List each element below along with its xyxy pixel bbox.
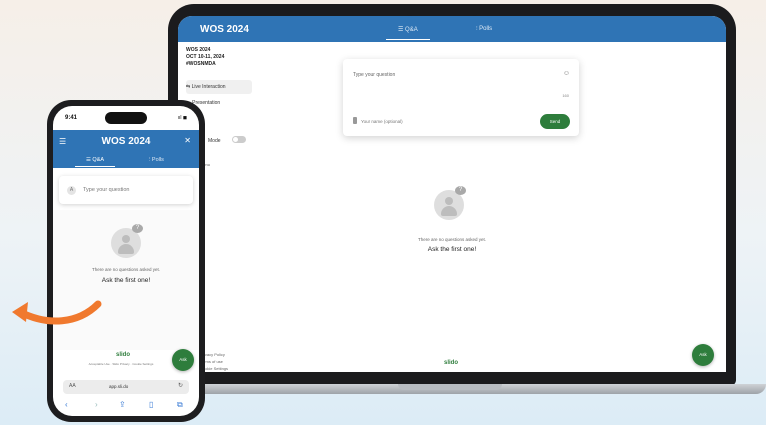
ask-button[interactable]: Ask (692, 344, 714, 366)
phone-question-input[interactable]: A Type your question (59, 176, 193, 204)
phone-app-title: WOS 2024 (101, 136, 151, 147)
mode-toggle[interactable] (232, 136, 246, 143)
status-time: 9:41 (65, 115, 78, 121)
share-icon[interactable]: ⇪ (119, 400, 126, 409)
tabs-icon[interactable]: ⧉ (177, 400, 183, 410)
event-code: #WOSNMDA (186, 61, 216, 67)
tab-qa-label: Q&A (405, 27, 418, 33)
status-icons: ııl ◼ (177, 115, 187, 121)
person-icon (353, 117, 357, 124)
app-header: WOS 2024 ☰ Q&A ⫶ Polls (178, 16, 726, 42)
event-name: WOS 2024 (186, 47, 211, 53)
empty-state-text: There are no questions asked yet. (91, 267, 161, 272)
bookmarks-icon[interactable]: ▯ (149, 400, 153, 409)
back-icon[interactable]: ‹ (65, 400, 68, 409)
reader-button[interactable]: AA (69, 383, 76, 389)
slido-logo: slido (444, 360, 459, 366)
phone-tab-polls[interactable]: ⫶ Polls (149, 157, 164, 164)
empty-state-illustration: ? (434, 186, 466, 220)
char-counter: 160 (562, 93, 569, 98)
question-card: Type your question ☺ 160 Your name (opti… (343, 59, 579, 136)
tab-qa-label: Q&A (92, 157, 105, 163)
browser-url-bar[interactable]: AA app.sli.do ↻ (63, 380, 189, 394)
forward-icon[interactable]: › (95, 400, 98, 409)
url-text: app.sli.do (109, 384, 129, 389)
tab-polls-label: Polls (479, 26, 493, 32)
question-bubble-icon: ? (455, 186, 466, 195)
smile-icon[interactable]: ☺ (563, 70, 570, 77)
dynamic-island (105, 112, 147, 124)
reload-icon[interactable]: ↻ (178, 382, 183, 389)
curved-arrow-icon (12, 300, 102, 325)
phone-device: 9:41 ııl ◼ ☰ WOS 2024 ✕ ☰ Q&A ⫶ Polls A … (47, 100, 205, 422)
phone-tab-qa[interactable]: ☰ Q&A (75, 157, 115, 167)
mode-label: Mode (208, 138, 221, 144)
question-input[interactable]: Type your question (353, 72, 395, 78)
laptop-device: WOS 2024 ☰ Q&A ⫶ Polls WOS 2024 OCT 10-1… (168, 4, 736, 386)
tab-qa[interactable]: ☰ Q&A (386, 26, 430, 40)
app-title: WOS 2024 (200, 24, 249, 35)
footer-links[interactable]: Acceptable Use · Slido Privacy · Cookie … (61, 362, 181, 366)
send-button[interactable]: Send (540, 114, 570, 129)
empty-state-cta: Ask the first one! (427, 246, 477, 253)
camera-notch (404, 4, 480, 16)
sidebar-item-live[interactable]: ⇆ Live Interaction (186, 80, 252, 94)
close-icon[interactable]: ✕ (184, 136, 191, 145)
ask-button[interactable]: Ask (172, 349, 194, 371)
empty-state-text: There are no questions asked yet. (417, 237, 487, 242)
phone-app-header: ☰ WOS 2024 ✕ ☰ Q&A ⫶ Polls (53, 130, 199, 168)
question-placeholder: Type your question (83, 187, 130, 193)
live-icon: ⇆ (186, 84, 191, 90)
slido-logo: slido (116, 352, 131, 358)
laptop-lip (398, 384, 502, 390)
phone-screen: 9:41 ııl ◼ ☰ WOS 2024 ✕ ☰ Q&A ⫶ Polls A … (53, 106, 199, 416)
tab-polls[interactable]: ⫶ Polls (476, 26, 492, 33)
empty-state-illustration: ? (111, 224, 143, 258)
event-dates: OCT 10-11, 2024 (186, 54, 225, 60)
name-field[interactable]: Your name (optional) (361, 119, 403, 124)
tab-polls-label: Polls (151, 157, 164, 163)
avatar: A (67, 186, 76, 195)
question-bubble-icon: ? (132, 224, 143, 233)
sidebar-item-label: Live Interaction (191, 84, 226, 90)
laptop-screen: WOS 2024 ☰ Q&A ⫶ Polls WOS 2024 OCT 10-1… (178, 16, 726, 372)
